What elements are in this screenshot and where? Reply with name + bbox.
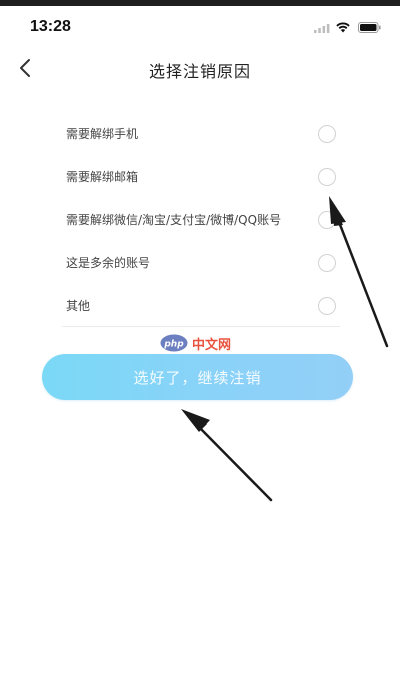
reason-option-label: 这是多余的账号: [66, 256, 151, 270]
php-logo-icon: php: [160, 334, 188, 352]
reason-option-other[interactable]: 其他: [66, 284, 340, 327]
battery-icon: [358, 22, 381, 33]
status-time: 13:28: [30, 18, 71, 35]
reason-option-redundant-account[interactable]: 这是多余的账号: [66, 241, 340, 284]
navigation-bar: 选择注销原因: [0, 48, 400, 88]
reason-option-label: 其他: [66, 299, 91, 313]
reason-option-radio[interactable]: [318, 124, 336, 143]
reason-option-unbind-phone[interactable]: 需要解绑手机: [66, 112, 340, 155]
reason-option-radio[interactable]: [318, 253, 336, 272]
watermark-text: 中文网: [192, 337, 232, 353]
site-watermark: php 中文网: [160, 333, 231, 353]
reason-option-list: 需要解绑手机 需要解绑邮箱 需要解绑微信/淘宝/支付宝/微博/QQ账号 这是多余…: [66, 112, 340, 327]
reason-option-radio[interactable]: [318, 210, 336, 229]
reason-option-unbind-social-accounts[interactable]: 需要解绑微信/淘宝/支付宝/微博/QQ账号: [66, 198, 340, 241]
reason-option-unbind-email[interactable]: 需要解绑邮箱: [66, 155, 340, 198]
reason-option-label: 需要解绑微信/淘宝/支付宝/微博/QQ账号: [66, 213, 282, 227]
php-logo-text: php: [163, 340, 184, 350]
cellular-signal-icon: [314, 24, 330, 33]
page-title: 选择注销原因: [148, 62, 251, 81]
reason-option-radio[interactable]: [318, 296, 336, 315]
continue-cancellation-button[interactable]: 选好了，继续注销: [42, 354, 353, 400]
wifi-icon: [336, 22, 350, 33]
reason-option-label: 需要解绑手机: [66, 127, 139, 141]
reason-option-radio[interactable]: [318, 167, 336, 186]
list-divider: [62, 326, 340, 327]
status-bar: 13:28: [0, 6, 400, 42]
reason-option-label: 需要解绑邮箱: [66, 170, 139, 184]
arrow-pointing-to-button-icon: [181, 409, 273, 502]
